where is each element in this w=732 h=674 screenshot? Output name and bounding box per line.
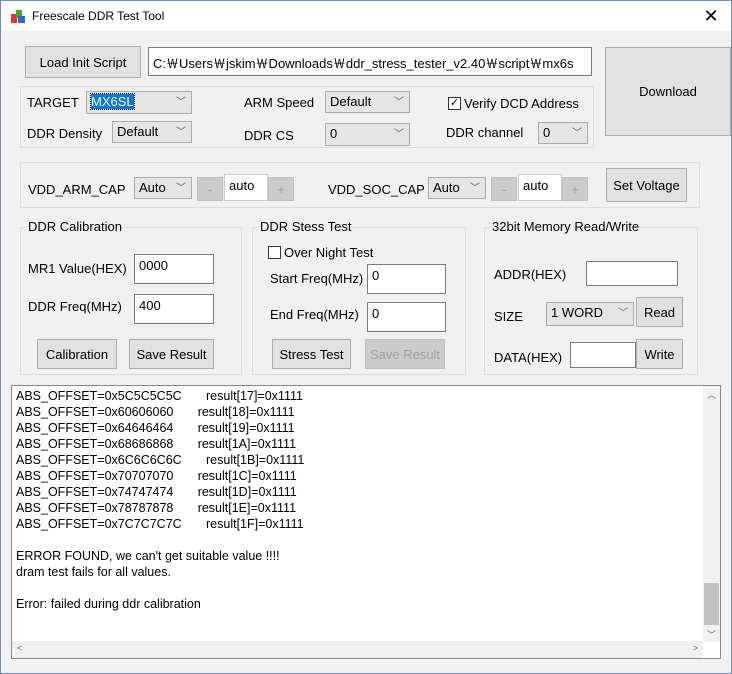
app-window: Freescale DDR Test Tool ✕ Load Init Scri…	[0, 0, 732, 674]
addr-label: ADDR(HEX)	[494, 267, 567, 282]
title-bar: Freescale DDR Test Tool ✕	[1, 1, 731, 31]
vdd-arm-cap-label: VDD_ARM_CAP	[28, 182, 126, 197]
vdd-soc-cap-select[interactable]: Auto ﹀	[428, 177, 486, 199]
ddr-channel-value: 0	[543, 125, 551, 140]
ddr-cs-label: DDR CS	[244, 128, 294, 143]
log-line: dram test fails for all values.	[16, 565, 171, 579]
scroll-thumb[interactable]	[704, 583, 719, 625]
arm-speed-select[interactable]: Default ﹀	[325, 91, 410, 113]
vdd-arm-cap-value: Auto	[139, 180, 166, 195]
vdd-arm-cap-select[interactable]: Auto ﹀	[134, 177, 192, 199]
stress-save-result-button[interactable]: Save Result	[365, 339, 445, 369]
target-value: MX6SL	[90, 93, 135, 110]
ddr-freq-label: DDR Freq(MHz)	[28, 299, 122, 314]
data-field[interactable]	[570, 342, 636, 368]
target-select[interactable]: MX6SL ﹀	[86, 91, 192, 114]
download-button[interactable]: Download	[605, 47, 731, 136]
window-title: Freescale DDR Test Tool	[32, 9, 165, 23]
set-voltage-button[interactable]: Set Voltage	[606, 168, 687, 202]
ddr-density-value: Default	[117, 124, 159, 139]
chevron-down-icon: ﹀	[394, 129, 404, 140]
log-output[interactable]: ABS_OFFSET=0x5C5C5C5C result[17]=0x1111 A…	[11, 385, 721, 659]
app-icon	[11, 10, 25, 23]
size-label: SIZE	[494, 309, 523, 324]
scroll-left-icon[interactable]: <	[17, 643, 22, 653]
end-freq-field[interactable]: 0	[367, 302, 446, 332]
chevron-down-icon: ﹀	[572, 128, 582, 139]
script-path-field[interactable]: C:￦Users￦jskim￦Downloads￦ddr_stress_test…	[148, 47, 592, 76]
size-value: 1 WORD	[551, 305, 603, 320]
log-line: Error: failed during ddr calibration	[16, 597, 201, 611]
arm-increment-button[interactable]: +	[268, 177, 294, 201]
arm-decrement-button[interactable]: -	[197, 177, 223, 201]
soc-increment-button[interactable]: +	[562, 177, 588, 201]
ddr-cs-select[interactable]: 0 ﹀	[325, 123, 410, 146]
load-init-script-button[interactable]: Load Init Script	[25, 46, 141, 78]
size-select[interactable]: 1 WORD ﹀	[546, 302, 634, 326]
log-line: ABS_OFFSET=0x70707070 result[1C]=0x1111	[16, 469, 297, 483]
soc-voltage-field[interactable]: auto	[518, 174, 562, 201]
log-line: ABS_OFFSET=0x64646464 result[19]=0x1111	[16, 421, 295, 435]
chevron-down-icon: ﹀	[176, 127, 186, 138]
log-line: ABS_OFFSET=0x7C7C7C7C result[1F]=0x1111	[16, 517, 304, 531]
arm-speed-label: ARM Speed	[244, 95, 315, 110]
ddr-freq-field[interactable]: 400	[134, 294, 214, 324]
scroll-down-icon[interactable]: ﹀	[707, 628, 716, 641]
vertical-scrollbar[interactable]: ︿ ﹀	[703, 386, 720, 642]
ddr-density-select[interactable]: Default ﹀	[112, 121, 192, 143]
end-freq-label: End Freq(MHz)	[270, 307, 359, 322]
start-freq-field[interactable]: 0	[367, 264, 446, 294]
scroll-right-icon[interactable]: >	[693, 643, 698, 653]
over-night-test-label: Over Night Test	[284, 245, 374, 260]
target-label: TARGET	[27, 95, 79, 110]
mr1-field[interactable]: 0000	[134, 254, 214, 284]
write-button[interactable]: Write	[636, 339, 683, 369]
verify-dcd-label: Verify DCD Address	[464, 96, 579, 111]
log-line: ABS_OFFSET=0x5C5C5C5C result[17]=0x1111	[16, 389, 303, 403]
log-line: ABS_OFFSET=0x68686868 result[1A]=0x1111	[16, 437, 297, 451]
chevron-down-icon: ﹀	[176, 97, 186, 108]
chevron-down-icon: ﹀	[618, 308, 628, 319]
vdd-soc-cap-value: Auto	[433, 180, 460, 195]
addr-field[interactable]	[586, 261, 678, 286]
start-freq-label: Start Freq(MHz)	[270, 271, 364, 286]
verify-dcd-checkbox[interactable]: ✓	[448, 97, 461, 110]
arm-speed-value: Default	[330, 94, 372, 109]
chevron-down-icon: ﹀	[176, 183, 186, 194]
vdd-soc-cap-label: VDD_SOC_CAP	[328, 182, 425, 197]
log-lines: ABS_OFFSET=0x5C5C5C5C result[17]=0x1111 A…	[16, 388, 304, 612]
ddr-cs-value: 0	[330, 126, 338, 141]
log-line: ABS_OFFSET=0x78787878 result[1E]=0x1111	[16, 501, 297, 515]
calibration-save-result-button[interactable]: Save Result	[129, 339, 214, 369]
over-night-test-checkbox[interactable]	[268, 246, 281, 259]
group-title: DDR Calibration	[27, 219, 123, 234]
chevron-down-icon: ﹀	[470, 183, 480, 194]
close-button[interactable]: ✕	[697, 4, 725, 28]
arm-voltage-field[interactable]: auto	[224, 174, 268, 201]
ddr-density-label: DDR Density	[27, 126, 103, 141]
log-line: ERROR FOUND, we can't get suitable value…	[16, 549, 280, 563]
mr1-label: MR1 Value(HEX)	[28, 261, 127, 276]
soc-decrement-button[interactable]: -	[491, 177, 517, 201]
horizontal-scrollbar[interactable]: < >	[12, 641, 703, 658]
ddr-channel-select[interactable]: 0 ﹀	[538, 122, 588, 144]
ddr-channel-label: DDR channel	[446, 125, 524, 140]
stress-test-button[interactable]: Stress Test	[272, 339, 351, 369]
group-title: DDR Stess Test	[259, 219, 353, 234]
group-title: 32bit Memory Read/Write	[491, 219, 641, 234]
chevron-down-icon: ﹀	[394, 97, 404, 108]
scroll-up-icon[interactable]: ︿	[707, 388, 716, 401]
calibration-button[interactable]: Calibration	[37, 339, 117, 369]
log-line: ABS_OFFSET=0x60606060 result[18]=0x1111	[16, 405, 295, 419]
log-line: ABS_OFFSET=0x74747474 result[1D]=0x1111	[16, 485, 297, 499]
read-button[interactable]: Read	[636, 297, 683, 327]
log-line: ABS_OFFSET=0x6C6C6C6C result[1B]=0x1111	[16, 453, 305, 467]
data-label: DATA(HEX)	[494, 350, 563, 365]
